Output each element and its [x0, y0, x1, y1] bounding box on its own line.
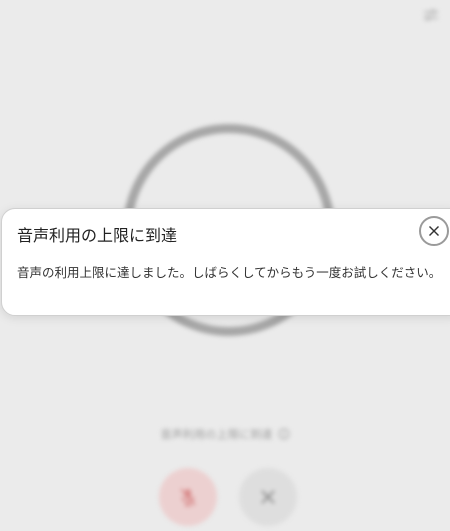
- voice-settings-button[interactable]: [420, 5, 442, 25]
- dialog-close-button[interactable]: [419, 216, 449, 246]
- microphone-toggle-button[interactable]: [159, 468, 217, 526]
- close-icon: [429, 226, 439, 236]
- voice-status-text: 音声利用の上限に到達: [160, 428, 273, 441]
- end-voice-button[interactable]: [239, 468, 297, 526]
- info-icon[interactable]: [278, 428, 290, 440]
- sliders-icon: [424, 9, 438, 21]
- voice-status: 音声利用の上限に到達: [0, 425, 450, 443]
- close-icon: [261, 490, 275, 504]
- dialog-message: 音声の利用上限に達しました。しばらくしてからもう一度お試しください。: [17, 265, 442, 280]
- dialog-title: 音声利用の上限に到達: [17, 226, 178, 245]
- voice-mode-screen: 音声利用の上限に到達 音声利用の上限に到達 音声の利用上限に達しました。しばらく…: [0, 0, 450, 531]
- voice-limit-dialog: 音声利用の上限に到達 音声の利用上限に達しました。しばらくしてからもう一度お試し…: [1, 208, 450, 316]
- microphone-off-icon: [180, 488, 196, 507]
